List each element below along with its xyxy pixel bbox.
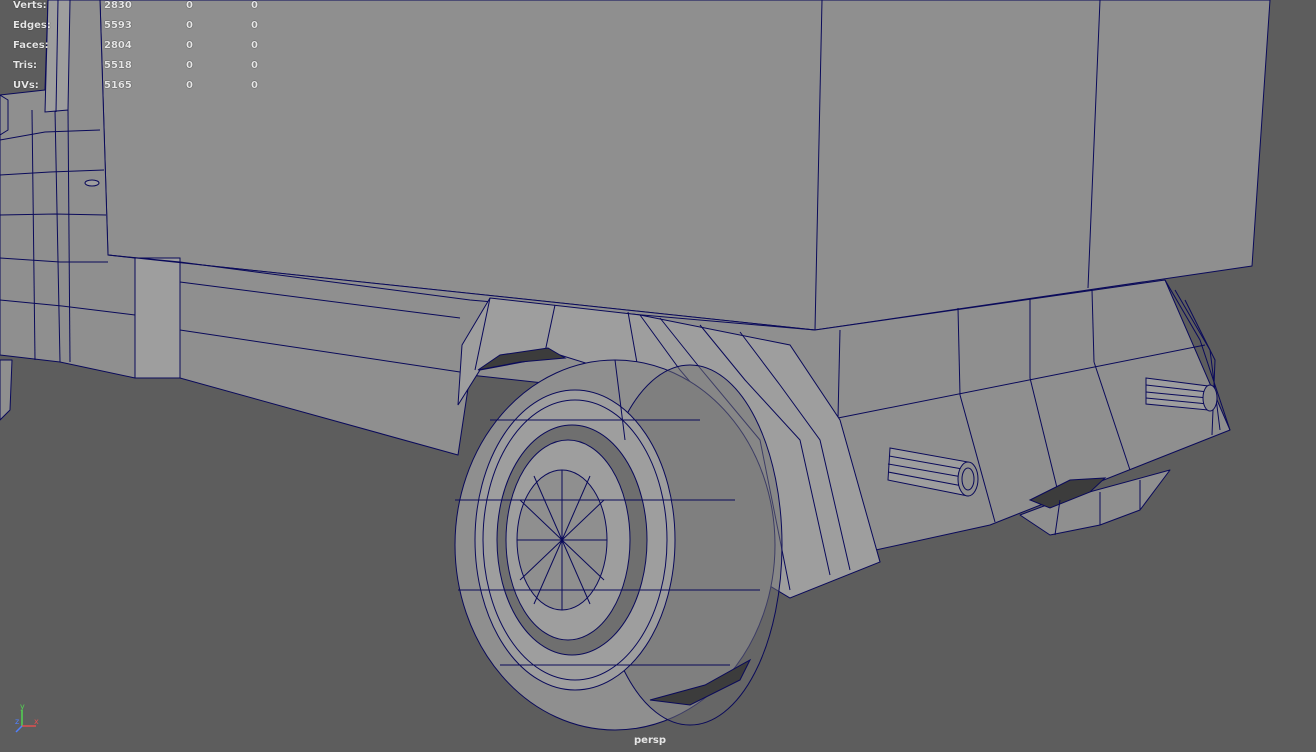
hud-value: 5593 [104, 20, 132, 31]
hud-label: Edges: [13, 20, 51, 31]
hud-value: 0 [251, 80, 258, 91]
hud-row-verts: Verts: 2830 0 0 [0, 0, 270, 20]
hud-value: 0 [186, 20, 193, 31]
camera-name-label: persp [634, 735, 666, 746]
hud-value: 0 [251, 0, 258, 11]
hud-value: 5165 [104, 80, 132, 91]
hud-label: Faces: [13, 40, 49, 51]
hud-value: 0 [186, 80, 193, 91]
y-axis-label: y [20, 704, 25, 711]
hud-value: 2830 [104, 0, 132, 11]
hud-label: Verts: [13, 0, 47, 11]
z-axis-line [15, 725, 23, 733]
front-wheel[interactable] [454, 359, 783, 731]
hud-value: 0 [251, 20, 258, 31]
hud-value: 0 [186, 40, 193, 51]
hud-value: 0 [186, 60, 193, 71]
hud-value: 0 [186, 0, 193, 11]
hud-value: 2804 [104, 40, 132, 51]
hud-row-edges: Edges: 5593 0 0 [0, 20, 270, 40]
hud-row-tris: Tris: 5518 0 0 [0, 60, 270, 80]
3d-viewport[interactable] [0, 0, 1316, 752]
hud-row-faces: Faces: 2804 0 0 [0, 40, 270, 60]
hud-value: 0 [251, 40, 258, 51]
x-axis-label: x [34, 717, 39, 726]
z-axis-label: z [15, 717, 19, 726]
hud-label: Tris: [13, 60, 38, 71]
poly-count-hud: Verts: 2830 0 0 Edges: 5593 0 0 Faces: 2… [0, 0, 270, 100]
hud-row-uvs: UVs: 5165 0 0 [0, 80, 270, 100]
hud-label: UVs: [13, 80, 39, 91]
viewport-canvas[interactable] [0, 0, 1316, 752]
hud-value: 0 [251, 60, 258, 71]
hud-value: 5518 [104, 60, 132, 71]
axis-gizmo: y z x [12, 702, 46, 738]
